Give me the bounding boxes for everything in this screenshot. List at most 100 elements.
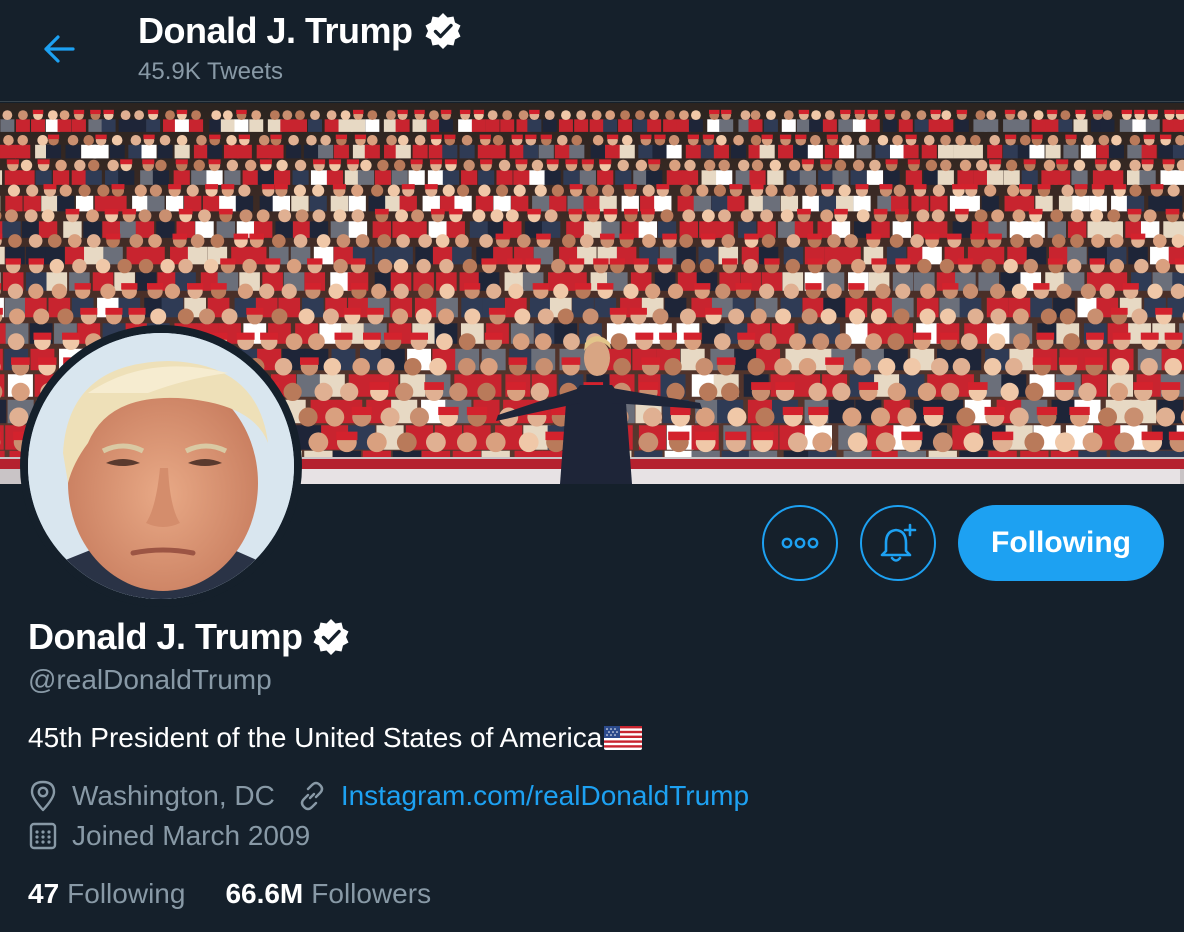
crowd-cap — [834, 208, 848, 215]
crowd-cap — [430, 208, 445, 215]
crowd-head — [490, 209, 504, 223]
crowd-head — [1020, 134, 1031, 146]
crowd-body — [509, 144, 525, 159]
crowd-head — [88, 159, 100, 172]
crowd-cap — [854, 109, 865, 115]
crowd-head — [853, 358, 871, 376]
crowd-head — [1061, 184, 1074, 197]
crowd-head — [785, 258, 801, 274]
crowd-body — [439, 119, 454, 132]
crowd-body — [511, 195, 529, 212]
crowd-head — [464, 308, 481, 325]
crowd-cap — [694, 283, 711, 290]
website-link[interactable]: Instagram.com/realDonaldTrump — [341, 780, 749, 812]
crowd-body — [701, 170, 718, 185]
crowd-head — [28, 283, 44, 299]
crowd-cap — [1037, 184, 1051, 190]
crowd-body — [700, 144, 716, 159]
crowd-cap — [586, 208, 600, 215]
back-button[interactable] — [36, 26, 82, 72]
crowd-head — [931, 209, 945, 223]
crowd-body — [428, 144, 444, 159]
crowd-body — [18, 170, 35, 185]
crowd-head — [47, 234, 62, 248]
crowd-cap — [205, 184, 219, 190]
crowd-body — [85, 170, 102, 185]
crowd-head — [1083, 134, 1094, 146]
crowd-body — [529, 170, 546, 185]
crowd-body — [554, 144, 570, 159]
crowd-head — [696, 184, 709, 197]
crowd-head — [74, 159, 86, 172]
crowd-head — [310, 110, 320, 120]
crowd-cap — [805, 283, 822, 290]
bell-plus-icon — [880, 523, 917, 562]
crowd-body — [118, 119, 133, 132]
crowd-head — [1111, 358, 1130, 376]
crowd-cap — [623, 208, 638, 215]
crowd-head — [761, 234, 776, 248]
crowd-head — [910, 234, 924, 248]
crowd-head — [340, 110, 351, 120]
crowd-head — [783, 283, 799, 299]
crowd-cap — [410, 159, 423, 165]
crowd-head — [576, 110, 587, 120]
crowd-cap — [488, 307, 507, 315]
crowd-cap — [970, 233, 985, 240]
following-stat-link[interactable]: 47 Following — [28, 878, 185, 910]
crowd-head — [221, 308, 238, 325]
crowd-head — [393, 283, 409, 299]
crowd-head — [17, 134, 28, 146]
crowd-head — [1131, 308, 1148, 325]
profile-avatar[interactable] — [20, 325, 302, 607]
crowd-cap — [1069, 406, 1090, 416]
crowd-head — [940, 382, 960, 402]
crowd-head — [415, 308, 432, 325]
crowd-head — [642, 234, 656, 248]
following-button[interactable]: Following — [958, 505, 1164, 581]
crowd-body — [351, 119, 366, 132]
crowd-cap — [840, 109, 851, 115]
more-options-button[interactable] — [762, 505, 838, 581]
avatar-portrait — [28, 333, 294, 599]
crowd-cap — [751, 382, 771, 390]
crowd-head — [222, 110, 233, 120]
crowd-head — [278, 209, 292, 223]
notifications-button[interactable] — [860, 505, 936, 581]
crowd-cap — [884, 109, 896, 115]
crowd-head — [783, 184, 796, 197]
crowd-cap — [374, 208, 389, 215]
crowd-cap — [924, 233, 940, 240]
crowd-body — [395, 144, 411, 159]
crowd-head — [642, 407, 663, 427]
crowd-head — [190, 234, 205, 248]
crowd-head — [148, 234, 162, 248]
crowd-head — [537, 308, 554, 325]
crowd-body — [807, 144, 823, 159]
crowd-head — [164, 283, 181, 299]
crowd-body — [93, 144, 109, 159]
crowd-cap — [1147, 109, 1159, 115]
crowd-cap — [536, 233, 551, 240]
crowd-head — [67, 134, 79, 146]
crowd-cap — [752, 431, 774, 441]
crowd-cap — [725, 431, 747, 441]
crowd-head — [775, 308, 792, 325]
crowd-cap — [259, 159, 272, 165]
crowd-head — [984, 184, 997, 197]
crowd-head — [281, 283, 297, 299]
crowd-body — [128, 144, 144, 159]
crowd-cap — [913, 184, 927, 190]
followers-stat-link[interactable]: 66.6M Followers — [225, 878, 431, 910]
crowd-body — [1021, 170, 1038, 185]
crowd-head — [120, 110, 131, 120]
crowd-cap — [463, 283, 481, 290]
crowd-body — [45, 144, 62, 159]
crowd-head — [642, 184, 655, 197]
crowd-cap — [529, 109, 540, 115]
crowd-head — [610, 333, 628, 350]
crowd-body — [426, 119, 441, 132]
crowd-body — [412, 144, 428, 159]
crowd-head — [870, 308, 887, 325]
crowd-cap — [1089, 258, 1105, 265]
